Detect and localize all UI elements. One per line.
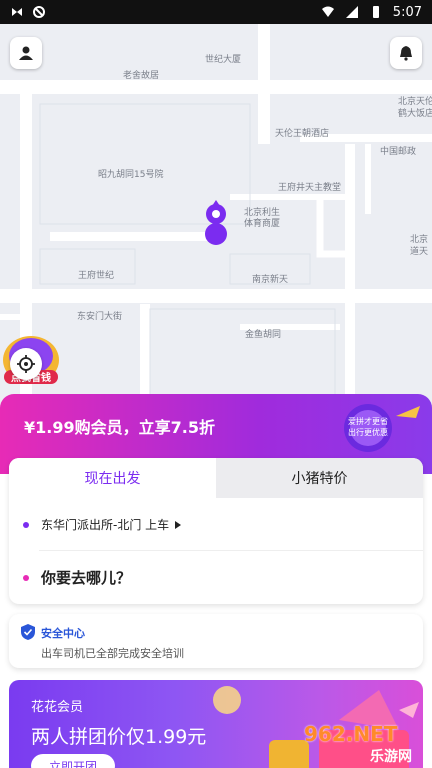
triangle-right-icon [175,520,182,529]
destination-placeholder: 你要去哪儿？ [41,569,132,587]
notification-button[interactable] [390,37,422,69]
location-pin-icon [205,200,227,245]
booking-card: 现在出发 小猪特价 东华门派出所-北门 上车 你要去哪儿？ [9,458,423,604]
watermark-logo: 962.NET 乐游网 [300,722,430,768]
open-group-button[interactable]: 立即开团 [31,754,115,768]
safety-subtitle: 出车司机已全部完成安全培训 [41,647,184,660]
destination-dot-icon [23,574,29,581]
map-view[interactable]: 世纪大厦 老舍故居 北京天伦 鹤大饭店 天伦王朝酒店 中国邮政 昭九胡同15号院… [0,24,432,414]
map-label: 鹤大饭店 [398,109,432,119]
map-label: 世纪大厦 [205,55,242,65]
bell-icon [400,46,412,61]
status-bar: 5:07 [0,0,432,24]
map-label: 王府世纪 [78,271,115,281]
pickup-dot-icon [23,521,29,528]
watermark-sub: 乐游网 [370,749,412,765]
safety-title: 安全中心 [41,627,85,640]
battery-icon [372,6,379,18]
pickup-location[interactable]: 东华门派出所-北门 上车 [23,516,182,533]
signal-icon [345,6,358,18]
member-subtitle: 花花会员 [31,700,84,715]
promo-clock-icon: 爱拼才更省 出行更优惠 [344,404,420,452]
watermark-brand: 962.NET [304,722,398,746]
map-label: 金鱼胡同 [245,330,282,340]
map-label: 南京新天 [252,275,289,285]
map-label: 昭九胡同15号院 [98,170,164,180]
app-icon [12,8,22,16]
tab-special-price[interactable]: 小猪特价 [216,458,423,498]
sync-icon [33,6,45,18]
divider [39,550,423,551]
map-label: 北京利生体育商厦 [244,208,281,229]
map-label: 王府井天主教堂 [278,183,342,193]
user-icon [19,46,33,60]
map-label: 道天 [410,247,429,257]
destination-input[interactable]: 你要去哪儿？ [23,567,131,588]
profile-button[interactable] [10,37,42,69]
promo-text: ¥1.99购会员，立享7.5折 [24,418,215,437]
map-label: 天伦王朝酒店 [275,129,330,139]
safety-center-card[interactable]: 安全中心 出车司机已全部完成安全培训 [9,614,423,668]
status-time: 5:07 [392,4,422,20]
pickup-label: 东华门派出所-北门 上车 [41,518,170,532]
promo-deco-line1: 爱拼才更省 [348,416,388,426]
map-label: 中国邮政 [380,147,417,157]
promo-deco-line2: 出行更优惠 [348,427,388,437]
map-label: 东安门大街 [77,312,123,322]
tab-depart-now[interactable]: 现在出发 [9,458,216,498]
map-label: 老舍故居 [123,71,160,81]
wifi-icon [321,6,334,17]
crosshair-icon [17,355,35,373]
shield-icon [21,624,35,640]
member-title: 两人拼团价仅1.99元 [31,726,207,748]
ride-tabs: 现在出发 小猪特价 [9,458,423,498]
locate-button[interactable] [10,348,42,380]
